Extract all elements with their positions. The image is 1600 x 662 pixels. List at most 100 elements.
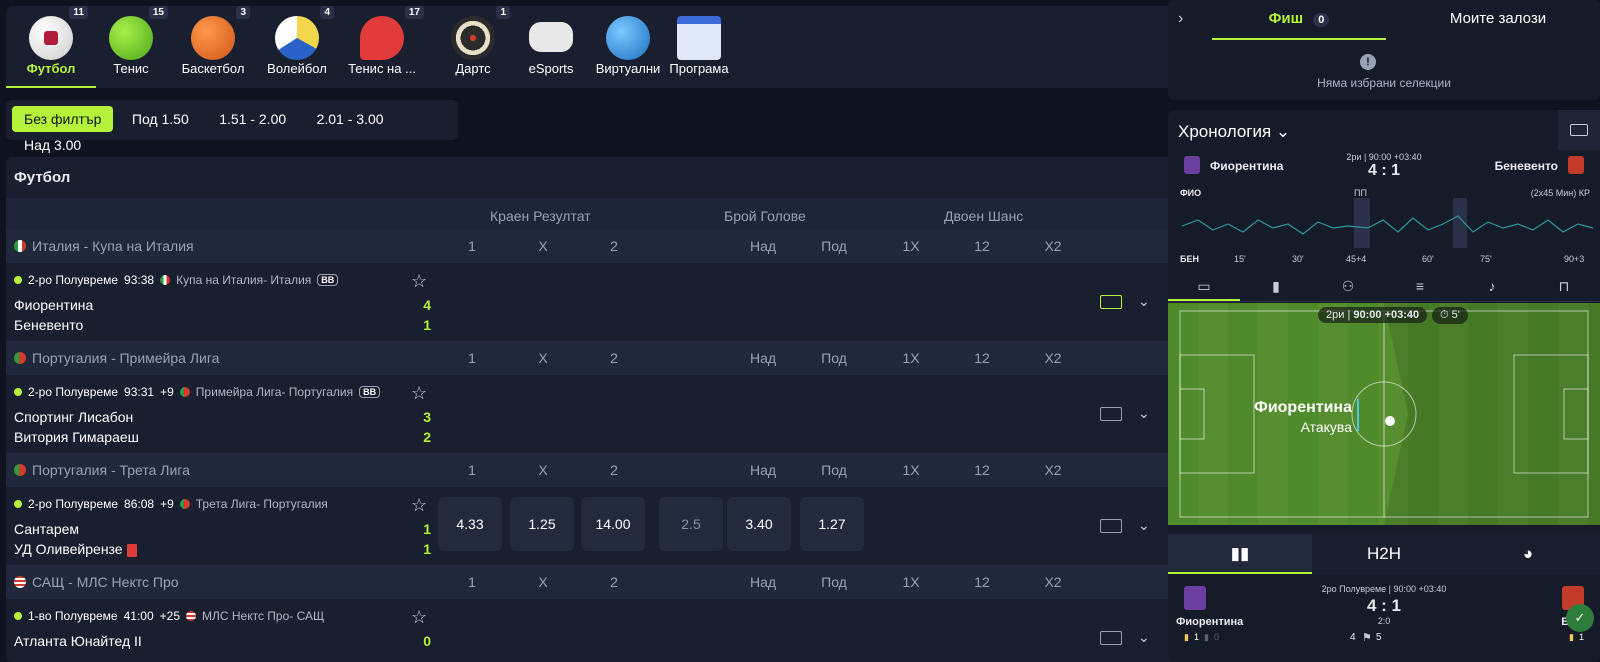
section-title: Футбол — [14, 169, 71, 186]
filter-under-150[interactable]: Под 1.50 — [120, 106, 201, 132]
match-row[interactable]: 2-ро Полувреме 93:31 +9 Примейра Лига- Порт… — [6, 375, 1186, 455]
summary-score: 4 : 1 — [1366, 596, 1402, 615]
col-x2: X2 — [1044, 462, 1062, 478]
sport-darts[interactable]: 1 Дартс — [428, 6, 518, 88]
sport-basketball[interactable]: 3 Баскетбол — [168, 6, 258, 88]
odd-button-x[interactable]: 1.25 — [510, 497, 574, 551]
filter-151-200[interactable]: 1.51 - 2.00 — [207, 106, 298, 132]
league-row[interactable]: САЩ - МЛС Нектс Про 1 X 2 Над Под 1X 12 … — [6, 565, 1186, 599]
tab-commentary-icon[interactable]: ♪ — [1456, 270, 1528, 301]
sport-count: 17 — [404, 6, 424, 19]
match-tracker-panel: Хронология ⌄ Фиорентина 2ри | 90:00 +03:… — [1168, 110, 1600, 662]
match-added-time: +9 — [160, 497, 174, 511]
live-field-icon[interactable] — [1100, 407, 1122, 421]
odd-button-1[interactable]: 4.33 — [438, 497, 502, 551]
tab-lineups-icon[interactable]: ⚇ — [1312, 270, 1384, 301]
football-icon — [29, 16, 73, 60]
favorite-star-icon[interactable]: ☆ — [411, 495, 427, 516]
chevron-down-icon[interactable]: ⌄ — [1138, 405, 1150, 422]
tab-shirt-icon[interactable]: ⊓ — [1528, 270, 1600, 301]
tracker-home-team: Фиорентина — [1210, 159, 1284, 173]
favorite-star-icon[interactable]: ☆ — [411, 271, 427, 292]
tab-bet-slip[interactable]: Фиш 0 — [1212, 10, 1386, 40]
match-row[interactable]: 2-ро Полувреме 86:08 +9 Трета Лига- Португа… — [6, 487, 1186, 567]
match-league: Купа на Италия- Италия — [176, 273, 312, 287]
live-field-icon[interactable] — [1100, 295, 1122, 309]
chevron-down-icon[interactable]: ⌄ — [1138, 293, 1150, 310]
sport-label: Футбол — [26, 61, 76, 76]
tab-bet-slip-label: Фиш — [1268, 10, 1304, 27]
live-dot-icon — [14, 276, 22, 284]
league-row[interactable]: Италия - Купа на Италия 1 X 2 Над Под 1X… — [6, 229, 1186, 263]
sport-label: Волейбол — [267, 61, 327, 76]
tab-stats-icon[interactable]: ▮ — [1240, 270, 1312, 301]
sport-volleyball[interactable]: 4 Волейбол — [252, 6, 342, 88]
chevron-down-icon: ⌄ — [1275, 122, 1291, 141]
live-field-icon[interactable] — [1100, 519, 1122, 533]
bet-slip-panel: › Фиш 0 Моите залози ! Няма избрани селе… — [1168, 0, 1600, 100]
col-x2: X2 — [1044, 574, 1062, 590]
sport-table-tennis[interactable]: 17 Тенис на ... — [332, 6, 432, 88]
live-field-icon[interactable] — [1100, 631, 1122, 645]
tick-75: 75' — [1480, 254, 1492, 264]
col-12: 12 — [974, 462, 990, 478]
col-x2: X2 — [1044, 238, 1062, 254]
home-shirt-icon — [1184, 156, 1200, 174]
favorite-star-icon[interactable]: ☆ — [411, 607, 427, 628]
usa-flag-icon — [186, 611, 196, 621]
sport-label: Тенис — [113, 61, 149, 76]
filter-over-300[interactable]: Над 3.00 — [12, 132, 93, 158]
home-score: 4 — [423, 297, 431, 313]
tracker-away-team: Беневенто — [1494, 159, 1558, 173]
tracker-title[interactable]: Хронология ⌄ — [1178, 122, 1290, 142]
live-dot-icon — [14, 500, 22, 508]
match-row[interactable]: 2-ро Полувреме 93:38 Купа на Италия- Итали… — [6, 263, 1186, 343]
favorite-star-icon[interactable]: ☆ — [411, 383, 427, 404]
stats-tabs: ▮▮ H2H ◕ — [1168, 534, 1600, 574]
filter-no-filter[interactable]: Без филтър — [12, 106, 114, 132]
tab-pitch-icon[interactable]: ▭ — [1168, 270, 1240, 301]
col-x: X — [538, 350, 548, 366]
col-2: 2 — [610, 574, 618, 590]
league-row[interactable]: Португалия - Примейра Лига 1 X 2 Над Под… — [6, 341, 1186, 375]
chevron-right-icon[interactable]: › — [1178, 10, 1183, 28]
col-over: Над — [749, 462, 777, 478]
sport-count: 3 — [236, 6, 250, 19]
tick-90: 90+3 — [1564, 254, 1585, 264]
match-row[interactable]: 1-во Полувреме 41:00 +25 МЛС Нектс Про- САЩ… — [6, 599, 1186, 662]
sport-football[interactable]: 11 Футбол — [6, 6, 96, 88]
sport-tennis[interactable]: 15 Тенис — [86, 6, 176, 88]
away-team: УД Оливейрензе — [14, 541, 137, 557]
tab-pie-chart-icon[interactable]: ◕ — [1456, 534, 1600, 574]
filter-201-300[interactable]: 2.01 - 3.00 — [305, 106, 396, 132]
pitch-view-button[interactable] — [1558, 110, 1600, 150]
col-1x: 1X — [902, 350, 920, 366]
chevron-down-icon[interactable]: ⌄ — [1138, 517, 1150, 534]
chevron-down-icon[interactable]: ⌄ — [1138, 629, 1150, 646]
match-league: МЛС Нектс Про- САЩ — [202, 609, 325, 623]
sport-schedule[interactable]: Програма — [654, 6, 744, 88]
home-score: 3 — [423, 409, 431, 425]
away-yellow-cards: 1 — [1578, 632, 1584, 642]
league-name: Италия - Купа на Италия — [32, 238, 194, 254]
tab-bar-chart-icon[interactable]: ▮▮ — [1168, 534, 1312, 574]
odd-button-2[interactable]: 14.00 — [581, 497, 645, 551]
tracker-team-row: Фиорентина 2ри | 90:00 +03:40 4 : 1 Бене… — [1168, 152, 1600, 182]
halftime-label: ПП — [1354, 188, 1367, 198]
col-1: 1 — [468, 350, 476, 366]
volleyball-icon — [275, 16, 319, 60]
yellow-card-icon: ▮ — [1184, 632, 1189, 642]
odd-button-under[interactable]: 1.27 — [800, 497, 864, 551]
momentum-home-label: ФИО — [1180, 188, 1202, 198]
tab-list-icon[interactable]: ≡ — [1384, 270, 1456, 301]
odd-button-over[interactable]: 3.40 — [727, 497, 791, 551]
bet-slip-count: 0 — [1313, 13, 1330, 27]
shield-check-icon[interactable]: ✓ — [1566, 604, 1594, 632]
tracker-title-label: Хронология — [1178, 122, 1272, 141]
match-league: Примейра Лига- Португалия — [195, 385, 354, 399]
league-row[interactable]: Португалия - Трета Лига 1 X 2 Над Под 1X… — [6, 453, 1186, 487]
tab-my-bets[interactable]: Моите залози — [1408, 10, 1588, 27]
tab-h2h[interactable]: H2H — [1312, 534, 1456, 574]
basketball-icon — [191, 16, 235, 60]
col-under: Под — [821, 462, 847, 478]
